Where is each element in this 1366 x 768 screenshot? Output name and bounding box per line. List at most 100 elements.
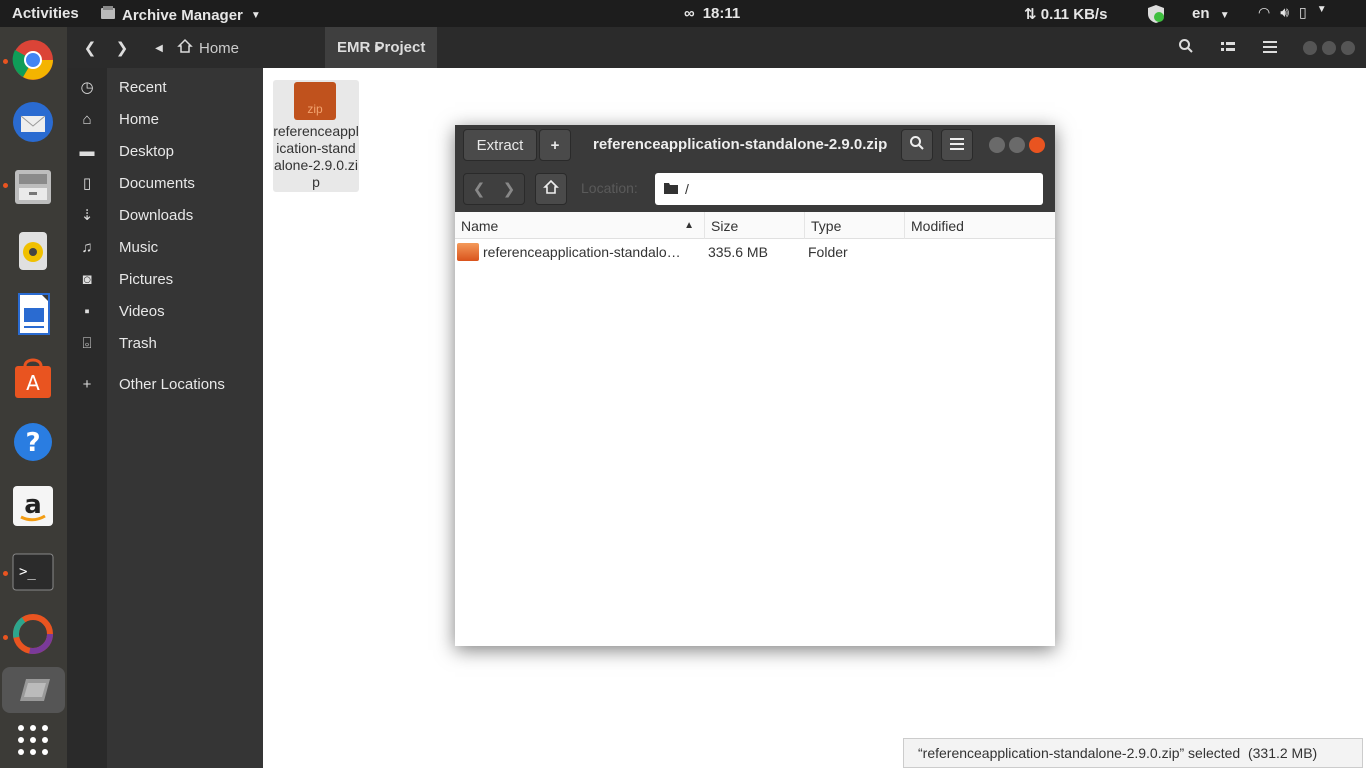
ubuntu-icon[interactable] [10,611,56,657]
table-row[interactable]: referenceapplication-standalo… 335.6 MB … [455,239,1055,265]
col-name-label: Name [461,217,499,234]
minimize-button[interactable] [989,137,1005,153]
chevron-down-icon: ▼ [1219,10,1230,21]
sidebar-item-recent[interactable]: ◷ Recent [67,72,263,102]
sidebar-item-music[interactable]: ♫ Music [67,232,263,262]
archive-header: Extract + referenceapplication-standalon… [455,125,1055,212]
location-label: Location: [581,180,638,196]
hamburger-icon [950,137,964,154]
svg-text:?: ? [25,428,40,458]
search-button[interactable] [1171,34,1201,62]
path-left-button[interactable]: ◀ [151,34,167,62]
path-right-button[interactable]: ▶ [371,34,387,62]
archive-home-button[interactable] [535,173,567,205]
chrome-icon[interactable] [10,37,56,83]
writer-icon[interactable] [10,291,56,337]
archive-manager-window: Extract + referenceapplication-standalon… [455,125,1055,646]
selection-status: “referenceapplication-standalone-2.9.0.z… [903,738,1363,768]
row-modified [911,239,1051,265]
close-button[interactable] [1029,137,1045,153]
back-button[interactable]: ❮ [473,180,486,198]
app-menu[interactable]: Archive Manager ▼ [100,5,261,25]
download-icon: ⇣ [80,207,94,224]
sort-ascending-icon: ▲ [684,220,694,231]
list-view-icon [1221,40,1235,57]
row-size: 335.6 MB [708,244,768,260]
sidebar-item-home[interactable]: ⌂ Home [67,104,263,134]
running-indicator [3,571,8,576]
close-button[interactable] [1341,41,1355,55]
add-files-button[interactable]: + [539,129,571,161]
volume-icon: 🔊︎ [1280,4,1290,20]
zip-icon-label: zip [307,102,323,116]
wifi-icon: ◠ [1258,4,1271,20]
amazon-icon[interactable]: a [10,483,56,529]
breadcrumb-home[interactable]: Home [177,34,239,62]
shield-icon[interactable] [1146,4,1166,24]
sidebar-item-label: Other Locations [119,375,225,393]
forward-button[interactable]: ❯ [107,34,137,62]
dock: A ? a >_ [0,27,67,768]
running-indicator [3,635,8,640]
chevron-down-icon: ▼ [250,9,261,21]
files-icon[interactable] [10,163,56,209]
minimize-button[interactable] [1303,41,1317,55]
sidebar-item-desktop[interactable]: ▬ Desktop [67,136,263,166]
sidebar-item-downloads[interactable]: ⇣ Downloads [67,200,263,230]
battery-icon: ▯ [1299,4,1307,20]
sidebar-item-label: Trash [119,334,157,352]
video-icon: ▪ [84,302,90,320]
language-indicator[interactable]: en ▼ [1192,5,1230,22]
back-button[interactable]: ❮ [75,34,105,62]
help-icon[interactable]: ? [10,419,56,465]
zip-file-item[interactable]: zip referenceapplication-standalone-2.9.… [273,80,359,192]
sidebar-item-other-locations[interactable]: + Other Locations [67,369,263,399]
archive-menu-button[interactable] [941,129,973,161]
maximize-button[interactable] [1009,137,1025,153]
chevron-down-icon: ▼ [1316,4,1327,15]
location-field[interactable]: / [655,173,1043,205]
folder-icon [663,181,679,198]
col-type[interactable]: Type [805,212,905,239]
app-grid-icon[interactable] [10,717,56,763]
archive-title: referenceapplication-standalone-2.9.0.zi… [593,136,888,153]
archive-nav-buttons: ❮ ❯ [463,173,525,205]
row-type: Folder [808,244,848,260]
thunderbird-icon[interactable] [10,99,56,145]
chevron-right-icon: ❯ [115,40,129,57]
sidebar-item-label: Pictures [119,270,174,288]
sidebar-item-documents[interactable]: ▯ Documents [67,168,263,198]
sidebar-item-label: Recent [119,78,167,96]
row-name: referenceapplication-standalo… [483,244,681,260]
software-center-icon[interactable]: A [10,355,56,401]
infinity-icon: ∞ [684,5,695,22]
archive-search-button[interactable] [901,129,933,161]
svg-text:>_: >_ [19,564,36,580]
svg-text:a: a [24,490,42,520]
sidebar-item-trash[interactable]: ⌻ Trash [67,328,263,358]
hamburger-icon [1263,40,1277,57]
extract-button[interactable]: Extract [463,129,537,161]
system-tray[interactable]: ◠ 🔊︎ ▯ ▼ [1258,4,1327,21]
sidebar-item-pictures[interactable]: ◙ Pictures [67,264,263,294]
clock[interactable]: ∞ 18:11 [684,5,740,22]
archive-manager-dock-icon[interactable] [2,667,65,713]
file-name: referenceapplication-standalone-2.9.0.zi… [273,123,359,190]
search-icon [909,135,925,155]
col-size[interactable]: Size [705,212,805,239]
rhythmbox-icon[interactable] [10,227,56,273]
row-name-cell: referenceapplication-standalo… [457,239,703,265]
sidebar-item-videos[interactable]: ▪ Videos [67,296,263,326]
lang-label: en [1192,5,1210,22]
col-modified[interactable]: Modified [905,212,1055,239]
activities-button[interactable]: Activities [12,5,79,22]
maximize-button[interactable] [1322,41,1336,55]
home-icon: ⌂ [82,110,92,128]
net-speed[interactable]: ⇅ 0.11 KB/s [1024,5,1107,23]
menu-button[interactable] [1255,34,1285,62]
view-toggle-button[interactable] [1213,34,1243,62]
terminal-icon[interactable]: >_ [10,549,56,595]
col-name[interactable]: Name ▲ [455,212,705,239]
forward-button[interactable]: ❯ [503,180,516,198]
column-headers: Name ▲ Size Type Modified [455,212,1055,239]
